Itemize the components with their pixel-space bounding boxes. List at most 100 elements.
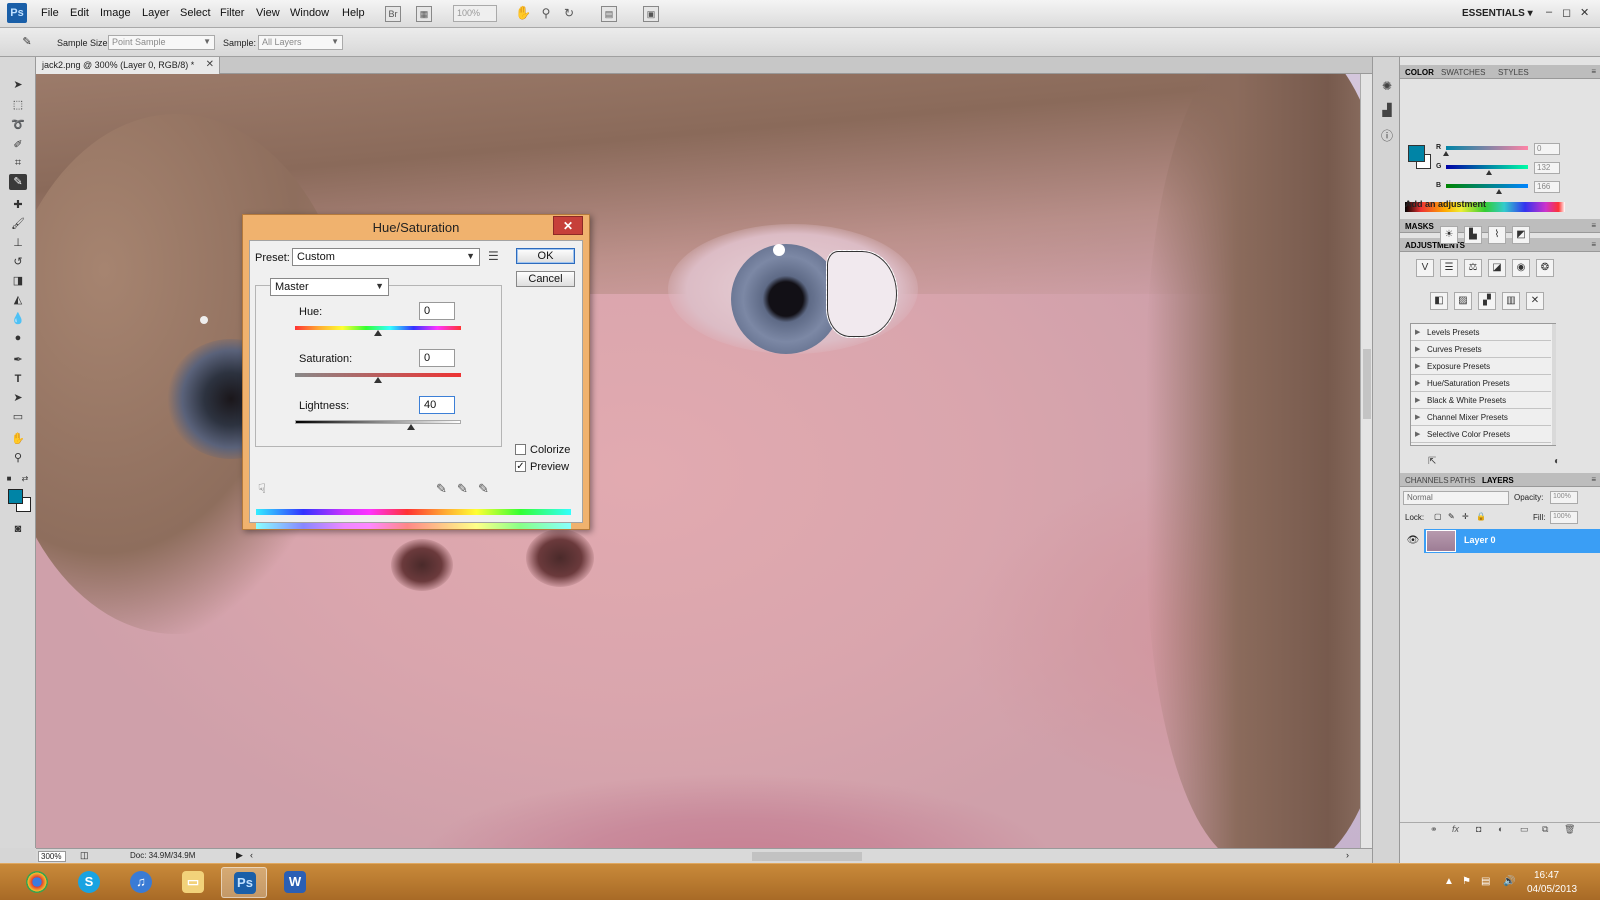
tab-swatches[interactable]: SWATCHES [1441, 68, 1485, 77]
type-tool-icon[interactable]: T [9, 371, 27, 387]
taskbar-chrome[interactable] [14, 867, 60, 898]
taskbar-itunes[interactable]: ♫ [118, 867, 164, 898]
hand-tool-icon[interactable]: ✋ [9, 431, 27, 447]
tab-layers[interactable]: LAYERS [1482, 476, 1514, 485]
green-slider-thumb[interactable] [1485, 170, 1492, 175]
ok-button[interactable]: OK [516, 248, 575, 264]
brightness-contrast-icon[interactable]: ☀ [1440, 226, 1458, 244]
clock-date[interactable]: 04/05/2013 [1527, 884, 1577, 895]
clone-stamp-tool-icon[interactable]: ⊥ [9, 235, 27, 251]
eyedropper-plus-icon[interactable]: ✎ [457, 481, 468, 497]
link-layers-icon[interactable]: ⚭ [1430, 824, 1438, 835]
selective-color-icon[interactable]: ✕ [1526, 292, 1544, 310]
taskbar-skype[interactable]: S [66, 867, 112, 898]
bridge-icon[interactable]: Br [385, 6, 401, 22]
dodge-tool-icon[interactable]: ● [9, 330, 27, 346]
volume-icon[interactable]: 🔊 [1503, 876, 1515, 887]
new-adjustment-layer-icon[interactable]: ◐ [1498, 824, 1503, 834]
vibrance-icon[interactable]: V [1416, 259, 1434, 277]
preview-checkbox[interactable]: ✓ [515, 461, 526, 472]
masks-panel-menu-icon[interactable]: ≡ [1591, 221, 1596, 230]
lock-all-icon[interactable]: 🔒 [1476, 512, 1486, 521]
document-tab[interactable]: jack2.png @ 300% (Layer 0, RGB/8) * ✕ [36, 57, 220, 74]
gradient-map-icon[interactable]: ▥ [1502, 292, 1520, 310]
layer-visibility-eye-icon[interactable]: 👁 [1406, 535, 1420, 547]
menu-help[interactable]: Help [342, 7, 365, 19]
red-slider[interactable] [1446, 146, 1528, 150]
screen-mode-icon[interactable]: ▣ [643, 6, 659, 22]
lock-image-icon[interactable]: ✎ [1448, 512, 1455, 521]
presets-scrollbar[interactable] [1552, 324, 1556, 445]
preset-levels[interactable]: Levels Presets [1411, 324, 1551, 341]
fill-field[interactable]: 100% [1550, 511, 1578, 524]
tab-color[interactable]: COLOR [1405, 68, 1434, 77]
saturation-slider-thumb[interactable] [374, 377, 382, 383]
invert-icon[interactable]: ◧ [1430, 292, 1448, 310]
preset-exposure[interactable]: Exposure Presets [1411, 358, 1551, 375]
network-icon[interactable]: ▤ [1481, 876, 1490, 887]
colorize-checkbox[interactable] [515, 444, 526, 455]
preset-channel-mixer[interactable]: Channel Mixer Presets [1411, 409, 1551, 426]
path-select-tool-icon[interactable]: ➤ [9, 390, 27, 406]
arrange-documents-icon[interactable]: ▤ [601, 6, 617, 22]
layer-name[interactable]: Layer 0 [1464, 535, 1496, 545]
blue-slider-thumb[interactable] [1496, 189, 1503, 194]
menu-file[interactable]: File [41, 7, 59, 19]
adjustment-return-icon[interactable]: ⇱ [1428, 456, 1436, 467]
gradient-tool-icon[interactable]: ◭ [9, 292, 27, 308]
tab-paths[interactable]: PATHS [1450, 476, 1475, 485]
shape-tool-icon[interactable]: ▭ [9, 409, 27, 425]
menu-edit[interactable]: Edit [70, 7, 89, 19]
menu-image[interactable]: Image [100, 7, 131, 19]
sample-size-select[interactable]: Point Sample ▼ [108, 35, 215, 50]
scroll-left-icon[interactable]: ‹ [250, 850, 253, 860]
tab-masks[interactable]: MASKS [1405, 222, 1434, 231]
menu-view[interactable]: View [256, 7, 280, 19]
document-canvas[interactable] [36, 74, 1360, 848]
eraser-tool-icon[interactable]: ◨ [9, 273, 27, 289]
action-center-icon[interactable]: ⚑ [1462, 876, 1471, 887]
tab-channels[interactable]: CHANNELS [1405, 476, 1449, 485]
hand-icon[interactable]: ✋ [515, 6, 531, 22]
lightness-input[interactable]: 40 [419, 396, 455, 414]
navigator-icon[interactable]: ✺ [1379, 79, 1395, 95]
scroll-right-icon[interactable]: › [1346, 850, 1349, 860]
preset-selective-color[interactable]: Selective Color Presets [1411, 426, 1551, 443]
add-mask-icon[interactable]: ◘ [1476, 824, 1481, 834]
workspace-switcher[interactable]: ESSENTIALS ▾ [1462, 8, 1533, 19]
red-slider-thumb[interactable] [1443, 151, 1449, 156]
quick-mask-icon[interactable]: ◙ [9, 521, 27, 537]
tray-expand-icon[interactable]: ▲ [1444, 876, 1454, 887]
clock-time[interactable]: 16:47 [1534, 870, 1559, 881]
zoom-status-field[interactable]: 300% [38, 851, 66, 862]
horizontal-scroll-thumb[interactable] [752, 852, 862, 861]
eyedropper-icon[interactable]: ✎ [436, 481, 447, 497]
menu-layer[interactable]: Layer [142, 7, 170, 19]
taskbar-word[interactable]: W [272, 867, 318, 898]
new-group-icon[interactable]: ▭ [1520, 824, 1529, 835]
lightness-slider[interactable] [295, 420, 461, 424]
vertical-scrollbar[interactable] [1360, 74, 1372, 848]
close-document-icon[interactable]: ✕ [206, 59, 214, 70]
mini-bridge-icon[interactable]: ▦ [416, 6, 432, 22]
channel-mixer-icon[interactable]: ❂ [1536, 259, 1554, 277]
hue-input[interactable]: 0 [419, 302, 455, 320]
zoom-level-field[interactable]: 100% [453, 5, 497, 22]
eyedropper-minus-icon[interactable]: ✎ [478, 481, 489, 497]
adjustment-clip-icon[interactable]: ◐ [1554, 456, 1560, 467]
history-brush-tool-icon[interactable]: ↺ [9, 254, 27, 270]
black-white-icon[interactable]: ◪ [1488, 259, 1506, 277]
blue-value-field[interactable]: 166 [1534, 181, 1560, 193]
marquee-tool-icon[interactable]: ⬚ [9, 97, 27, 113]
blend-mode-select[interactable]: Normal [1403, 491, 1509, 505]
swap-colors-icon[interactable]: ⇄ [20, 471, 30, 487]
preset-select[interactable]: Custom ▼ [292, 248, 480, 266]
move-tool-icon[interactable]: ➤ [9, 77, 27, 93]
status-menu-arrow-icon[interactable]: ▶ [236, 850, 243, 861]
histogram-icon[interactable]: ▟ [1379, 103, 1395, 119]
rotate-view-icon[interactable]: ↻ [561, 6, 577, 22]
maximize-button[interactable]: ◻ [1562, 6, 1571, 19]
tab-styles[interactable]: STYLES [1498, 68, 1529, 77]
info-icon[interactable]: ⓘ [1379, 127, 1395, 143]
cancel-button[interactable]: Cancel [516, 271, 575, 287]
